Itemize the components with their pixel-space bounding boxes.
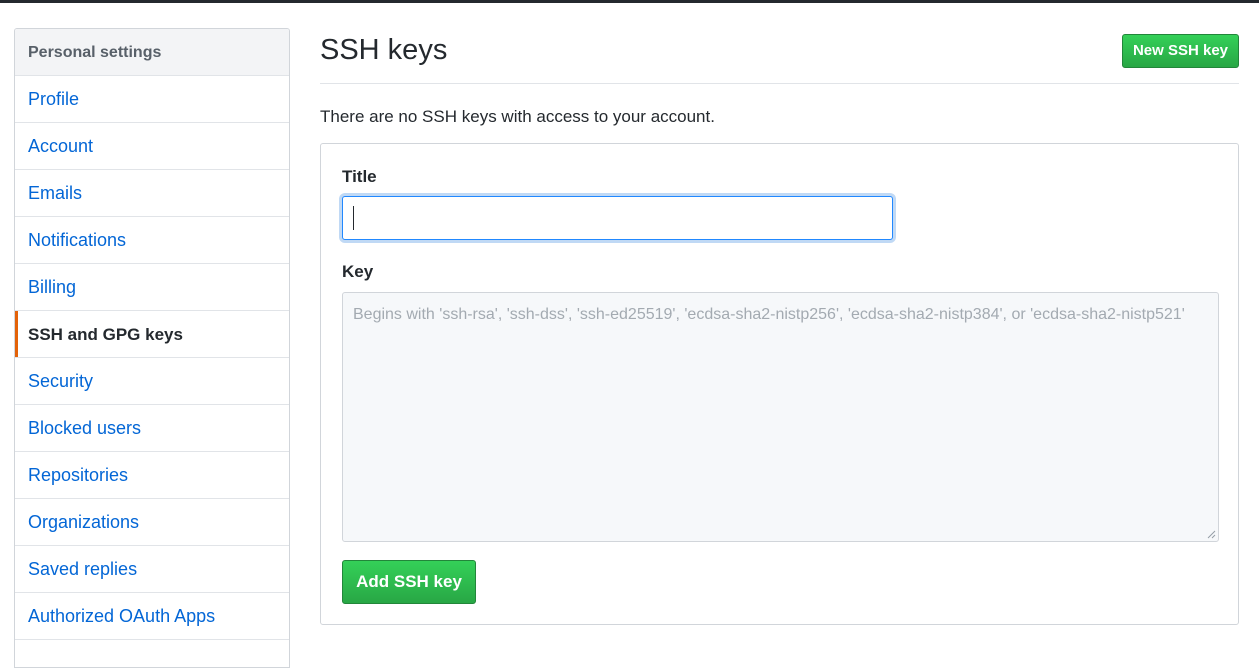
title-input[interactable] bbox=[342, 196, 893, 240]
empty-state-message: There are no SSH keys with access to you… bbox=[320, 107, 715, 126]
sidebar-item-billing[interactable]: Billing bbox=[15, 264, 289, 311]
page-title: SSH keys bbox=[320, 34, 448, 66]
sidebar-item-ssh-gpg-keys[interactable]: SSH and GPG keys bbox=[15, 311, 289, 358]
add-ssh-key-button[interactable]: Add SSH key bbox=[342, 560, 476, 604]
sidebar-item-saved-replies[interactable]: Saved replies bbox=[15, 546, 289, 593]
sidebar-item-notifications[interactable]: Notifications bbox=[15, 217, 289, 264]
sidebar-item-authorized-oauth-apps[interactable]: Authorized OAuth Apps bbox=[15, 593, 289, 640]
sidebar-header: Personal settings bbox=[15, 29, 289, 76]
title-divider bbox=[320, 83, 1239, 84]
sidebar-item-emails[interactable]: Emails bbox=[15, 170, 289, 217]
top-header-bar bbox=[0, 0, 1259, 3]
sidebar-item-repositories[interactable]: Repositories bbox=[15, 452, 289, 499]
sidebar-item-profile[interactable]: Profile bbox=[15, 76, 289, 123]
new-ssh-key-button[interactable]: New SSH key bbox=[1122, 34, 1239, 68]
settings-sidebar: Personal settings Profile Account Emails… bbox=[14, 28, 290, 668]
title-label: Title bbox=[342, 167, 377, 186]
key-textarea[interactable] bbox=[342, 292, 1219, 542]
sidebar-item-organizations[interactable]: Organizations bbox=[15, 499, 289, 546]
add-ssh-key-form: Title Key Add SSH key bbox=[320, 143, 1239, 625]
sidebar-item-account[interactable]: Account bbox=[15, 123, 289, 170]
key-label: Key bbox=[342, 262, 374, 281]
resize-grip-icon[interactable] bbox=[1207, 530, 1216, 539]
sidebar-item-security[interactable]: Security bbox=[15, 358, 289, 405]
text-cursor bbox=[353, 206, 354, 230]
sidebar-item-blocked-users[interactable]: Blocked users bbox=[15, 405, 289, 452]
